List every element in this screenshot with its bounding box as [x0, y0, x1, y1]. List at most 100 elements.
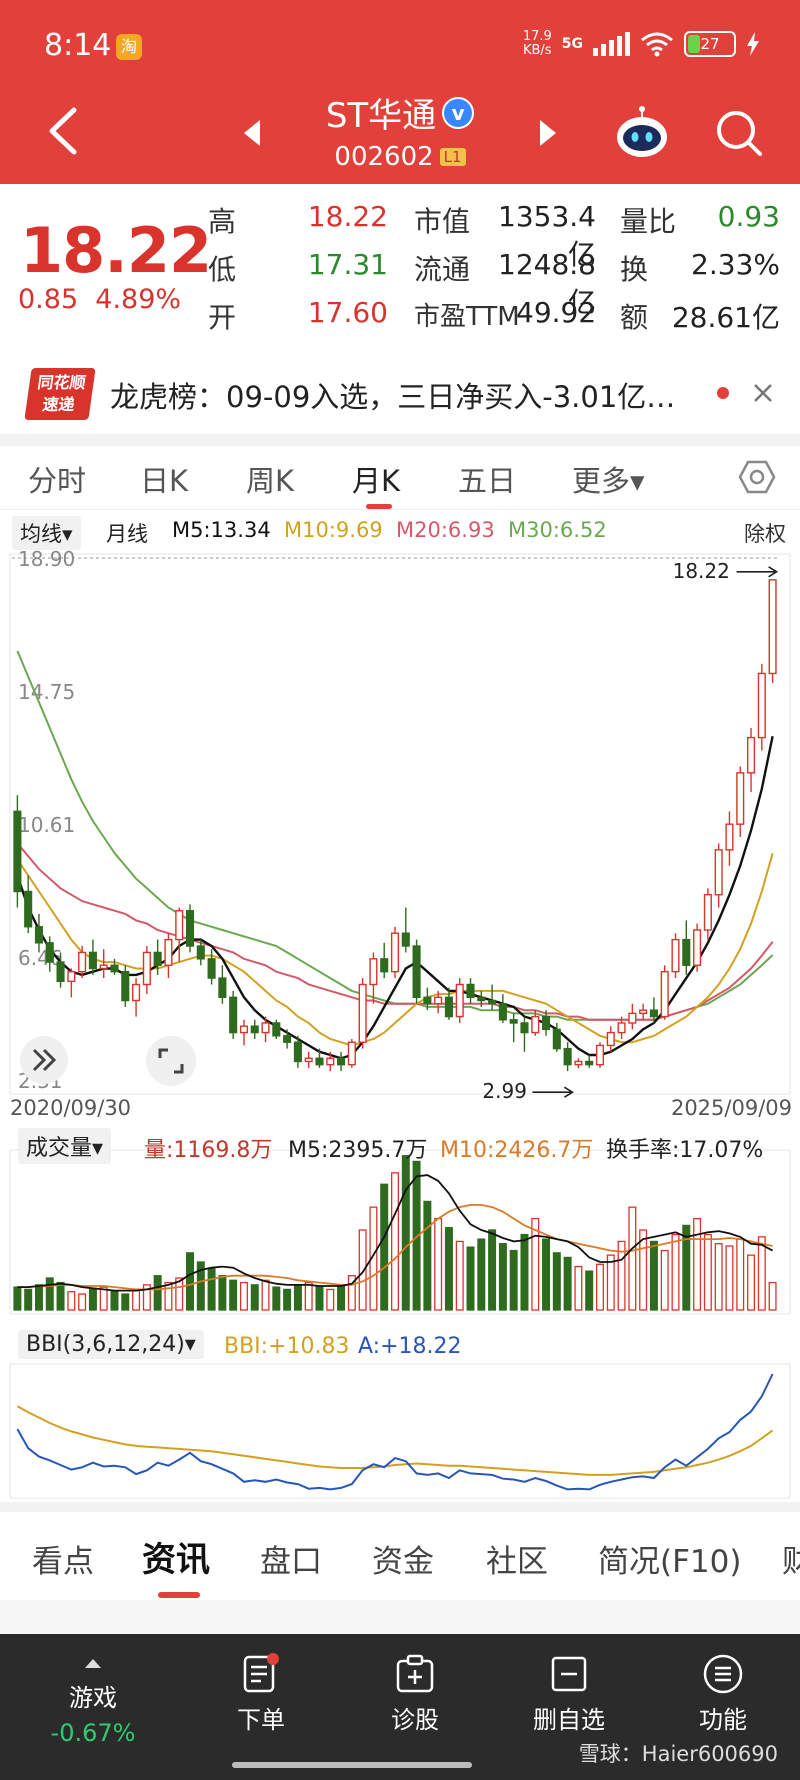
candle-up [660, 970, 669, 1018]
game-button[interactable]: 游戏 -0.67% [28, 1652, 158, 1747]
candle-down [153, 951, 162, 966]
y-tick-label: 10.61 [18, 813, 75, 837]
ma-legend: 均线▾ 月线 M5:13.34 M10:9.69 M20:6.93 M30:6.… [0, 514, 800, 550]
diagnose-icon [396, 1654, 434, 1693]
volume-bar-down [153, 1275, 162, 1311]
taobao-notification-icon: 淘 [116, 34, 142, 60]
volume-bar-down [56, 1281, 65, 1311]
candle-up [261, 1022, 270, 1034]
volume-value: 量:1169.8万 [144, 1138, 273, 1163]
back-arrow-icon[interactable] [44, 106, 84, 156]
volume-bar-down [110, 1291, 119, 1311]
candle-up [142, 951, 151, 986]
candle-down [121, 970, 130, 1002]
ma5-value: M5:13.34 [172, 518, 271, 542]
expand-button[interactable] [20, 1036, 68, 1084]
tab-more[interactable]: 更多▾ [572, 458, 645, 500]
candle-down [337, 1057, 346, 1066]
dragon-tiger-banner[interactable]: 同花顺 速递 龙虎榜：09-09入选，三日净买入-3.01亿… [0, 354, 800, 434]
candle-down [272, 1022, 281, 1037]
function-button[interactable]: 功能 [658, 1652, 788, 1735]
volume-bar-down [250, 1284, 259, 1311]
candle-down [423, 996, 432, 1005]
low-label: 低 [208, 253, 237, 286]
info-tabs: 看点 资讯 盘口 资金 社区 简况(F10) 财 [0, 1512, 800, 1600]
chart-settings-icon[interactable] [738, 458, 776, 496]
ma-selector[interactable]: 均线▾ [12, 516, 81, 550]
volume-bar-down [585, 1270, 594, 1311]
candle-up [326, 1057, 335, 1066]
bbi-selector[interactable]: BBI(3,6,12,24)▾ [18, 1330, 204, 1359]
candle-up [434, 996, 443, 1005]
volume-bar-down [45, 1277, 54, 1311]
tab-intraday[interactable]: 分时 [28, 458, 86, 500]
prev-stock-icon[interactable] [240, 118, 264, 148]
candle-up [358, 983, 367, 1043]
net-speed: 17.9 KB/s [522, 29, 552, 58]
candle-up [99, 964, 108, 970]
stock-title: ST华通 v [300, 88, 500, 137]
tab-finance[interactable]: 财 [782, 1536, 800, 1581]
tab-highlights[interactable]: 看点 [32, 1536, 94, 1581]
float-label: 流通 [414, 253, 471, 286]
close-icon[interactable] [752, 382, 774, 404]
quote-panel: 18.22 0.85 4.89% 高 18.22 低 17.31 开 17.60… [0, 184, 800, 354]
fullscreen-button[interactable] [146, 1036, 196, 1086]
remove-watchlist-button[interactable]: 删自选 [504, 1652, 634, 1735]
volume-bar-down [649, 1240, 658, 1311]
order-button[interactable]: 下单 [196, 1652, 326, 1735]
volume-bar-up [747, 1254, 756, 1311]
volume-bar-up [671, 1233, 680, 1311]
watermark: 雪球：Haier600690 [578, 1742, 778, 1766]
mcap-label: 市值 [414, 205, 471, 238]
price-panel-frame [9, 553, 791, 1095]
home-indicator[interactable] [232, 1762, 472, 1768]
bbi-line [16, 1405, 774, 1476]
volume-bar-up [574, 1265, 583, 1311]
ma-period: 月线 [106, 522, 148, 546]
tab-news[interactable]: 资讯 [142, 1532, 210, 1581]
diagnose-button[interactable]: 诊股 [350, 1652, 480, 1735]
price-change: 0.85 4.89% [18, 284, 182, 315]
candle-up [78, 951, 87, 973]
candle-down [682, 938, 691, 966]
tab-weekly-k[interactable]: 周K [246, 458, 294, 500]
candle-up [746, 736, 756, 774]
candle-up [617, 1022, 626, 1034]
search-icon[interactable] [714, 108, 764, 158]
volume-bar-up [768, 1281, 777, 1311]
volume-bar-down [34, 1284, 43, 1311]
tab-daily-k[interactable]: 日K [140, 458, 188, 500]
volume-bar-up [736, 1238, 745, 1311]
order-doc-icon [243, 1653, 279, 1693]
volume-bar-down [186, 1252, 195, 1311]
content-placeholder [0, 1600, 800, 1634]
arrow-icon [532, 1086, 574, 1098]
tab-funds[interactable]: 资金 [372, 1536, 434, 1581]
volume-selector[interactable]: 成交量▾ [18, 1128, 112, 1164]
open-label: 开 [208, 301, 237, 334]
tab-f10[interactable]: 简况(F10) [598, 1536, 741, 1581]
tab-community[interactable]: 社区 [486, 1536, 548, 1581]
tab-monthly-k[interactable]: 月K [352, 458, 400, 500]
turnover-rate: 换手率:17.07% [606, 1138, 764, 1163]
next-stock-icon[interactable] [536, 118, 560, 148]
candle-up [725, 823, 734, 851]
battery-icon: 27 [684, 31, 736, 57]
candle-down [293, 1041, 302, 1063]
volume-bar-down [218, 1275, 227, 1311]
adjust-mode[interactable]: 除权 [744, 518, 786, 548]
ai-robot-icon[interactable] [614, 104, 670, 160]
candle-down [412, 945, 421, 999]
signal-icon [593, 32, 630, 56]
volume-bar-up [132, 1288, 141, 1311]
volume-bar-down [466, 1246, 475, 1311]
status-time: 8:14 [44, 28, 112, 63]
candle-up [67, 970, 76, 982]
tab-orderbook[interactable]: 盘口 [260, 1536, 322, 1581]
amount-value: 28.61亿 [671, 301, 780, 334]
tab-five-day[interactable]: 五日 [458, 458, 516, 500]
high-value: 18.22 [307, 200, 388, 233]
volume-bar-up [714, 1243, 723, 1311]
open-value: 17.60 [307, 296, 388, 329]
